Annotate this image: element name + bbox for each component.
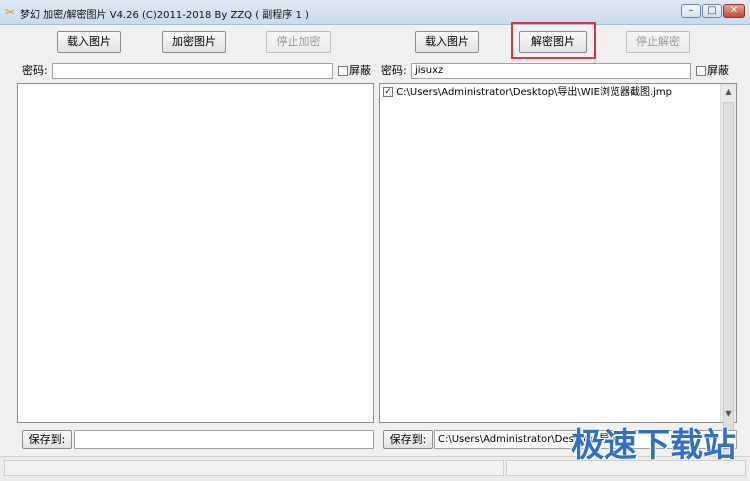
left-password-input[interactable] bbox=[52, 63, 333, 79]
stop-decrypt-button[interactable]: 停止解密 bbox=[626, 31, 690, 53]
file-item-path: C:\Users\Administrator\Desktop\导出\WIE浏览器… bbox=[396, 87, 672, 98]
right-file-list[interactable]: ✓ C:\Users\Administrator\Desktop\导出\WIE浏… bbox=[379, 83, 737, 472]
watermark-logo: 极速下载站 bbox=[571, 425, 736, 464]
list-item[interactable]: ✓ C:\Users\Administrator\Desktop\导出\WIE浏… bbox=[383, 87, 672, 99]
window-title: 梦幻 加密/解密图片 V4.26 (C)2011-2018 By ZZQ ( 副… bbox=[20, 10, 309, 21]
decrypt-button-highlight bbox=[511, 22, 596, 59]
left-load-image-button[interactable]: 载入图片 bbox=[57, 31, 121, 53]
app-icon: ✂ bbox=[5, 5, 16, 19]
title-bar[interactable]: ✂ 梦幻 加密/解密图片 V4.26 (C)2011-2018 By ZZQ (… bbox=[0, 0, 750, 25]
encrypt-image-button[interactable]: 加密图片 bbox=[162, 31, 226, 53]
left-mask-checkbox[interactable] bbox=[338, 66, 348, 76]
left-mask-label: 屏蔽 bbox=[349, 64, 371, 77]
left-save-to-button[interactable]: 保存到: bbox=[22, 430, 72, 449]
right-password-label: 密码: bbox=[381, 64, 407, 77]
left-file-list[interactable] bbox=[17, 83, 374, 423]
minimize-button[interactable]: – bbox=[681, 4, 701, 18]
file-item-checkbox[interactable]: ✓ bbox=[383, 87, 393, 97]
left-password-label: 密码: bbox=[22, 64, 48, 77]
right-mask-label: 屏蔽 bbox=[707, 64, 729, 77]
right-list-scrollbar[interactable]: ▲ ▼ bbox=[720, 84, 736, 472]
stop-encrypt-button[interactable]: 停止加密 bbox=[266, 31, 331, 53]
right-password-input[interactable]: jisuxz bbox=[411, 63, 691, 79]
left-save-path-input[interactable] bbox=[74, 430, 374, 449]
right-load-image-button[interactable]: 载入图片 bbox=[415, 31, 479, 53]
right-mask-checkbox[interactable] bbox=[696, 66, 706, 76]
close-button[interactable]: ✕ bbox=[723, 4, 745, 18]
scroll-up-arrow-icon[interactable]: ▲ bbox=[721, 84, 736, 100]
status-cell-main bbox=[4, 460, 504, 476]
right-save-to-button[interactable]: 保存到: bbox=[383, 430, 433, 449]
maximize-button[interactable]: □ bbox=[702, 4, 722, 18]
